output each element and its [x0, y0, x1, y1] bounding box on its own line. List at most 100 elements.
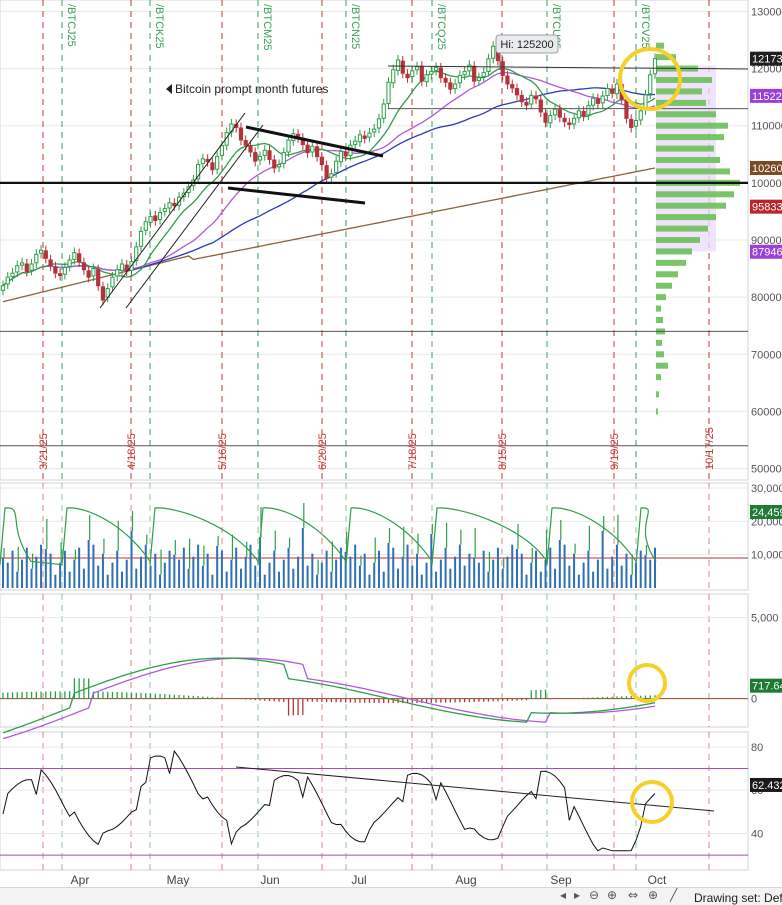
- y-tick-label: 60000: [751, 406, 782, 418]
- candle-body: [633, 120, 639, 127]
- profile-bar: [656, 351, 664, 358]
- candle-body: [219, 145, 225, 156]
- candle-body: [353, 140, 358, 146]
- candle-body: [72, 252, 77, 260]
- candle-body: [267, 150, 272, 160]
- candle-body: [315, 146, 320, 158]
- profile-bar: [656, 168, 730, 175]
- candle-body: [67, 259, 72, 267]
- profile-bar: [656, 202, 726, 209]
- rollover-date-label: 10/17/25: [704, 427, 716, 470]
- candle-body: [505, 75, 510, 85]
- candle-body: [424, 74, 429, 83]
- candle-body: [386, 81, 391, 104]
- oi-tag-text: 24,459: [752, 507, 782, 519]
- candle-body: [414, 66, 420, 71]
- candle-body: [524, 101, 529, 106]
- chart-toolbar: ◂ ▸ ⊖ ⊕ ⇔ ⊕ ╱ Drawing set: Defa: [0, 887, 782, 905]
- candle-body: [53, 266, 58, 274]
- candle-body: [629, 118, 634, 128]
- candle-body: [286, 139, 291, 153]
- profile-bar: [656, 111, 716, 118]
- candle-body: [334, 160, 339, 174]
- profile-bar: [656, 157, 720, 163]
- candle-body: [591, 97, 596, 106]
- candle-body: [119, 263, 125, 271]
- scroll-right-icon[interactable]: ▸: [574, 888, 580, 902]
- futures-chart[interactable]: 5000060000700008000090000100000110000120…: [0, 0, 782, 887]
- candle-body: [400, 60, 405, 74]
- candle-body: [238, 127, 244, 141]
- candle-body: [43, 250, 48, 259]
- zoom-out-icon[interactable]: ⊖: [589, 888, 599, 902]
- price-tag-text: 95833: [752, 202, 782, 214]
- candle-body: [210, 162, 215, 171]
- candle-body: [614, 83, 620, 95]
- crosshair-icon[interactable]: ⊕: [648, 888, 658, 902]
- candle-body: [519, 94, 524, 103]
- candle-body: [514, 88, 520, 96]
- contract-label: /BTCQ25: [435, 4, 447, 50]
- candle-body: [467, 64, 472, 72]
- candle-body: [62, 266, 67, 275]
- candle-body: [91, 268, 96, 277]
- candle-body: [281, 152, 286, 164]
- draw-line-icon[interactable]: ╱: [670, 888, 677, 902]
- candle-body: [276, 164, 282, 168]
- zoom-in-icon[interactable]: ⊕: [607, 888, 617, 902]
- candle-body: [429, 70, 434, 75]
- contract-label: /BTCK25: [153, 4, 165, 49]
- candle-body: [438, 67, 443, 79]
- candle-body: [362, 135, 367, 139]
- profile-bar: [656, 282, 672, 289]
- x-month-label: Jul: [351, 873, 366, 887]
- profile-bar: [656, 145, 714, 152]
- candle-body: [15, 265, 20, 273]
- x-month-label: Jun: [260, 873, 279, 887]
- profile-bar: [656, 191, 734, 198]
- candle-body: [557, 109, 562, 118]
- candle-body: [243, 140, 248, 146]
- candle-body: [443, 77, 448, 83]
- rsi-tick-label: 80: [751, 742, 763, 754]
- candle-body: [100, 286, 106, 301]
- candle-body: [405, 73, 410, 79]
- candle-body: [58, 273, 63, 276]
- candle-body: [491, 45, 496, 59]
- candle-body: [457, 74, 462, 84]
- zoom-fit-icon[interactable]: ⇔: [628, 888, 638, 902]
- profile-bar: [656, 362, 668, 369]
- candle-body: [367, 132, 372, 138]
- candle-body: [86, 270, 91, 278]
- rollover-date-label: 5/16/25: [217, 433, 229, 470]
- candle-body: [581, 110, 586, 117]
- profile-bar: [656, 214, 716, 221]
- candle-body: [391, 69, 396, 84]
- high-label-text: Hi: 125200: [500, 39, 553, 51]
- candle-body: [77, 253, 82, 263]
- contract-label: /BTCJ25: [65, 4, 77, 47]
- profile-bar: [656, 408, 658, 415]
- candle-body: [652, 58, 658, 75]
- profile-bar: [656, 122, 728, 129]
- candle-body: [571, 117, 577, 125]
- profile-bar: [656, 317, 663, 323]
- x-month-label: Aug: [455, 873, 476, 887]
- rollover-date-label: 4/18/25: [126, 433, 138, 470]
- candle-body: [10, 272, 15, 278]
- price-tag-text: 87946: [752, 247, 782, 259]
- profile-bar: [656, 237, 700, 243]
- scroll-left-icon[interactable]: ◂: [560, 888, 566, 902]
- x-month-label: Apr: [71, 873, 90, 887]
- rollover-date-label: 9/19/25: [609, 433, 621, 470]
- price-tag-text: 102605: [752, 163, 782, 175]
- drawing-set-label[interactable]: Drawing set: Defa: [694, 891, 782, 905]
- x-month-label: May: [167, 873, 190, 887]
- x-month-label: Sep: [550, 873, 572, 887]
- candle-body: [338, 150, 343, 163]
- candle-body: [538, 99, 543, 113]
- candle-body: [153, 215, 158, 222]
- price-tag-text: 115225: [752, 91, 782, 103]
- candle-body: [138, 230, 144, 247]
- macd-tick-label: 5,000: [751, 612, 779, 624]
